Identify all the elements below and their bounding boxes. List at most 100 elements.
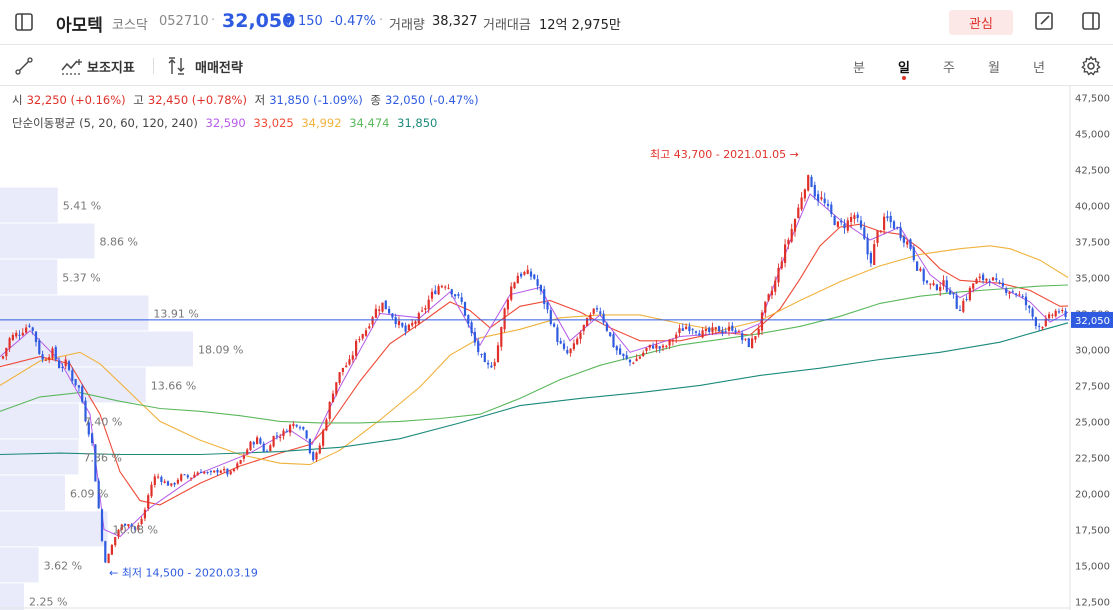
candle-body xyxy=(325,419,328,431)
trade-strategy-button[interactable]: 매매전략 xyxy=(195,57,243,76)
stock-name: 아모텍 xyxy=(56,16,103,36)
candle-body xyxy=(203,472,206,474)
candle-body xyxy=(836,221,839,227)
trade-strategy-icon[interactable] xyxy=(168,56,190,76)
candle-body xyxy=(239,460,242,464)
side-panel-icon[interactable] xyxy=(1081,11,1101,31)
ma240-value: 31,850 xyxy=(397,116,438,130)
candle-body xyxy=(503,308,506,330)
candle-body xyxy=(919,268,922,271)
edit-icon[interactable] xyxy=(1034,11,1054,31)
period-year[interactable]: 년 xyxy=(1027,57,1051,76)
candle-body xyxy=(619,348,622,355)
trade-amount-label: 거래대금 xyxy=(483,18,531,33)
interest-button[interactable]: 관심 xyxy=(949,10,1013,35)
candle-body xyxy=(935,284,938,290)
active-period-indicator xyxy=(902,76,906,80)
indicator-button[interactable]: 보조지표 xyxy=(87,57,135,76)
period-week[interactable]: 주 xyxy=(937,57,961,76)
candle-body xyxy=(797,207,800,219)
candle-body xyxy=(645,348,648,351)
candle-body xyxy=(592,308,595,314)
candle-body xyxy=(249,441,252,451)
candle-body xyxy=(315,452,318,460)
period-minute[interactable]: 분 xyxy=(847,57,871,76)
candle-body xyxy=(11,334,14,340)
candle-body xyxy=(1051,314,1054,316)
panel-toggle-icon[interactable] xyxy=(14,12,34,32)
candle-body xyxy=(100,509,104,541)
candle-body xyxy=(25,327,28,333)
candle-body xyxy=(275,435,278,437)
candle-body xyxy=(859,220,863,228)
candle-body xyxy=(850,216,853,222)
candlestick-chart[interactable]: 5.41 % 8.86 % 5.37 % 13.91 % 18.09 % 13.66 % 7… xyxy=(0,86,1113,610)
candle-body xyxy=(487,362,490,365)
candle-body xyxy=(757,328,760,335)
candle-body xyxy=(820,197,823,200)
candle-body xyxy=(71,370,74,381)
candle-body xyxy=(427,299,430,309)
candle-body xyxy=(490,365,493,368)
candle-body xyxy=(751,338,754,348)
gear-icon[interactable] xyxy=(1080,55,1102,77)
candle-body xyxy=(734,330,737,332)
candle-body xyxy=(688,326,691,332)
candle-body xyxy=(371,317,374,325)
candle-body xyxy=(460,297,463,302)
candle-body xyxy=(982,274,985,280)
candle-body xyxy=(272,436,275,447)
close-value: 32,050 (-0.47%) xyxy=(385,93,479,107)
candle-body xyxy=(1054,310,1057,317)
candle-body xyxy=(64,359,67,367)
candle-body xyxy=(305,430,308,439)
candle-body xyxy=(714,327,717,330)
candle-body xyxy=(609,332,612,337)
candle-body xyxy=(754,336,757,340)
candle-body xyxy=(1001,282,1004,287)
candle-body xyxy=(533,274,536,279)
candle-body xyxy=(661,345,665,348)
draw-line-icon[interactable] xyxy=(14,56,34,76)
volume-profile-bar xyxy=(0,547,39,583)
candle-body xyxy=(549,310,552,325)
candle-body xyxy=(665,345,668,347)
candle-body xyxy=(681,328,684,331)
candle-body xyxy=(949,290,952,295)
candle-body xyxy=(292,423,295,427)
candle-body xyxy=(793,219,797,232)
candle-body xyxy=(407,324,410,331)
candle-body xyxy=(543,289,546,305)
volume-profile-bar xyxy=(0,187,58,223)
candle-body xyxy=(226,468,229,475)
volume-profile-label: 2.25 % xyxy=(29,595,67,608)
candle-body xyxy=(213,470,216,473)
candle-body xyxy=(421,310,424,312)
candle-body xyxy=(180,474,183,481)
candle-body xyxy=(457,294,460,296)
indicator-icon[interactable] xyxy=(60,56,82,76)
candle-body xyxy=(536,279,539,286)
candle-body xyxy=(348,359,351,365)
candle-body xyxy=(447,287,450,289)
candle-body xyxy=(638,356,641,359)
candle-body xyxy=(566,350,569,354)
candle-body xyxy=(520,273,523,277)
period-month[interactable]: 월 xyxy=(982,57,1006,76)
candle-body xyxy=(216,469,219,473)
candle-body xyxy=(635,358,638,362)
candle-body xyxy=(1024,296,1028,306)
volume-profile-bar xyxy=(0,511,108,547)
candle-body xyxy=(256,437,259,445)
candle-body xyxy=(803,189,806,199)
volume-profile-label: 13.91 % xyxy=(153,307,198,320)
candle-body xyxy=(318,445,321,454)
candle-body xyxy=(869,252,872,264)
candle-body xyxy=(718,326,721,332)
current-price-badge-label: 32,050 xyxy=(1075,316,1110,327)
candle-body xyxy=(285,431,288,433)
candle-body xyxy=(397,320,401,325)
period-day[interactable]: 일 xyxy=(892,57,916,76)
candle-body xyxy=(642,352,645,357)
candle-body xyxy=(896,227,899,229)
